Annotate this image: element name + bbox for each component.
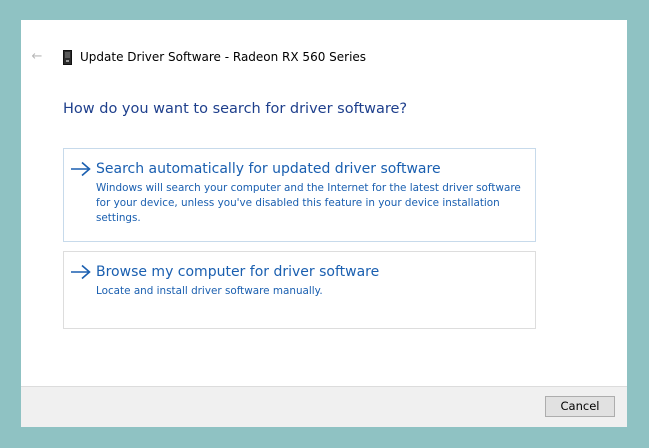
option-description: Windows will search your computer and th… <box>96 182 521 224</box>
cancel-button[interactable]: Cancel <box>545 396 615 417</box>
option-title: Browse my computer for driver software <box>96 264 380 280</box>
option-title: Search automatically for updated driver … <box>96 161 441 177</box>
dialog-title: Update Driver Software - Radeon RX 560 S… <box>80 50 367 64</box>
device-icon <box>63 50 72 65</box>
update-driver-dialog: ← Update Driver Software - Radeon RX 560… <box>21 20 627 427</box>
dialog-header: ← Update Driver Software - Radeon RX 560… <box>21 42 627 74</box>
page-heading: How do you want to search for driver sof… <box>63 101 408 117</box>
arrow-right-icon <box>71 264 91 280</box>
arrow-right-icon <box>71 161 91 177</box>
option-description: Locate and install driver software manua… <box>96 285 323 297</box>
browse-computer-option[interactable]: Browse my computer for driver software L… <box>63 251 536 329</box>
back-arrow-icon[interactable]: ← <box>30 50 44 64</box>
dialog-footer: Cancel <box>21 386 627 427</box>
search-automatically-option[interactable]: Search automatically for updated driver … <box>63 148 536 242</box>
